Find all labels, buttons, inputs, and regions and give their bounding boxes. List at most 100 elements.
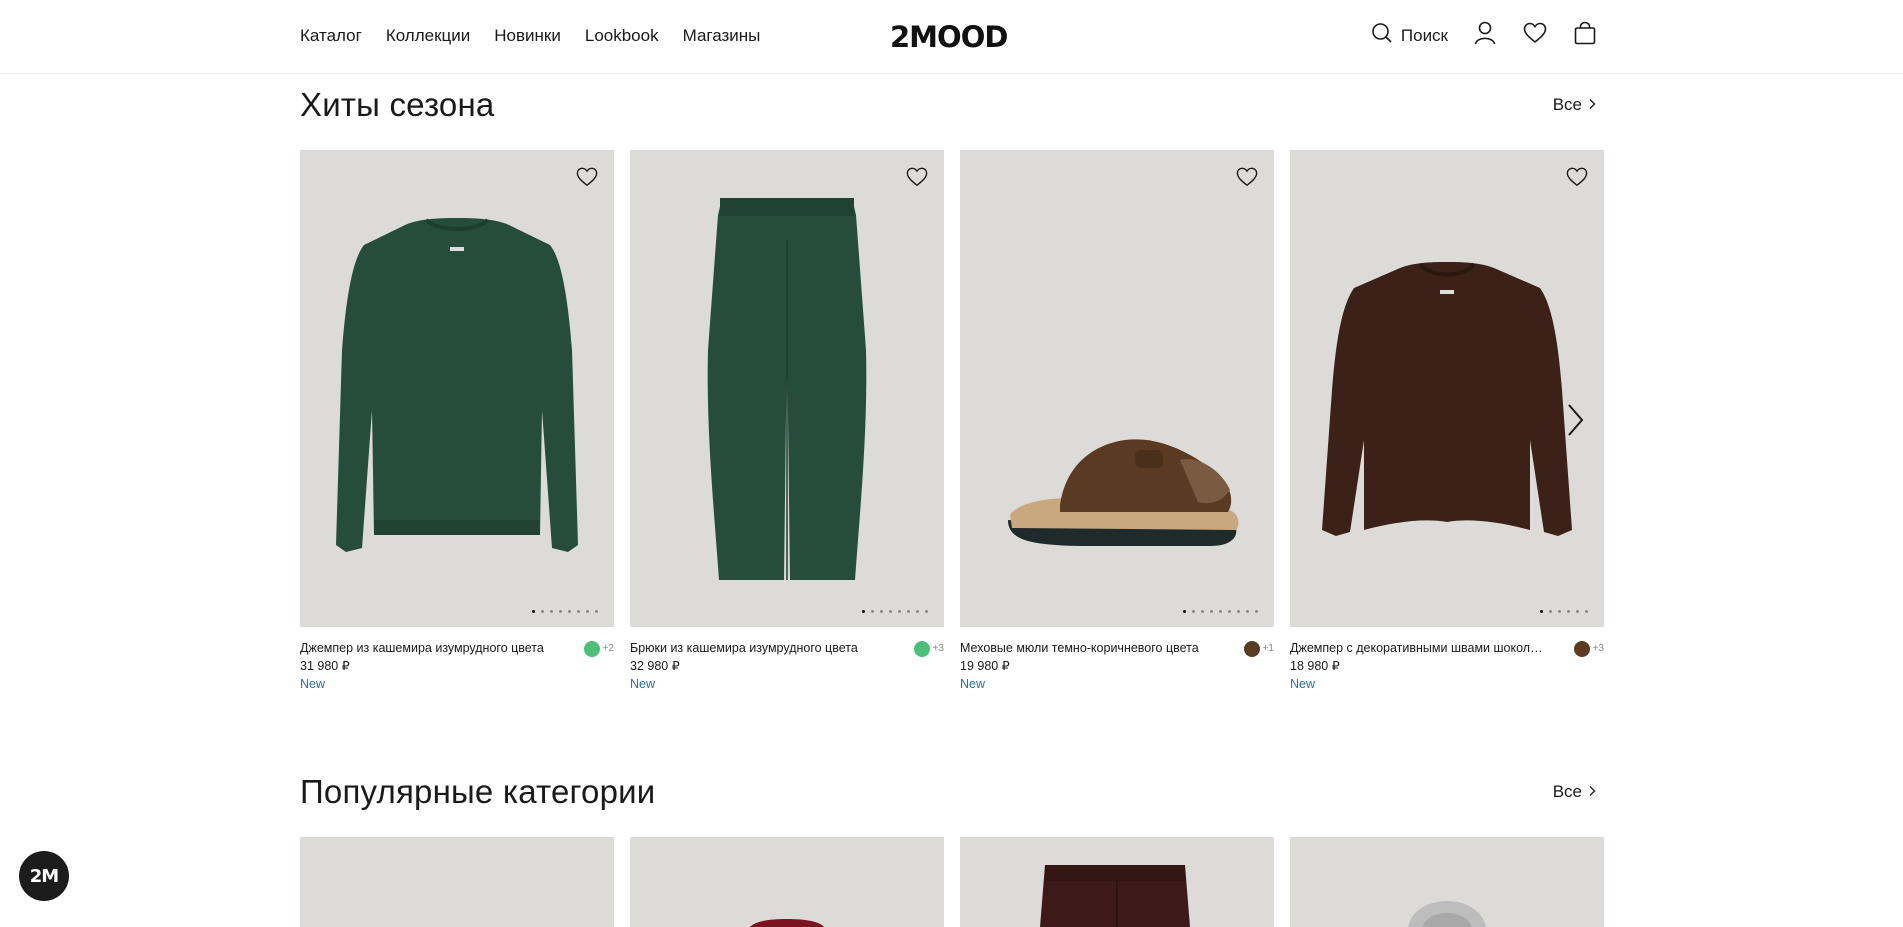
pagination-dot[interactable] xyxy=(532,610,535,613)
product-image[interactable] xyxy=(630,150,944,627)
category-card[interactable] xyxy=(300,837,614,927)
nav-lookbook[interactable]: Lookbook xyxy=(585,26,659,46)
pagination-dot[interactable] xyxy=(1576,610,1579,613)
nav-stores[interactable]: Магазины xyxy=(683,26,761,46)
heart-icon[interactable] xyxy=(1566,166,1588,188)
pagination-dot[interactable] xyxy=(1192,610,1195,613)
sweater-image xyxy=(336,218,578,552)
pagination-dot[interactable] xyxy=(1183,610,1186,613)
pagination-dot[interactable] xyxy=(925,610,928,613)
image-pagination[interactable] xyxy=(862,610,928,613)
pagination-dot[interactable] xyxy=(880,610,883,613)
product-card[interactable]: Джемпер с декоративными швами шоколадног… xyxy=(1290,150,1604,691)
pagination-dot[interactable] xyxy=(1237,610,1240,613)
pagination-dot[interactable] xyxy=(871,610,874,613)
pagination-dot[interactable] xyxy=(907,610,910,613)
pagination-dot[interactable] xyxy=(1210,610,1213,613)
product-name[interactable]: Джемпер из кашемира изумрудного цвета xyxy=(300,641,555,655)
new-badge: New xyxy=(300,677,326,691)
cart-button[interactable] xyxy=(1572,21,1598,50)
image-pagination[interactable] xyxy=(532,610,598,613)
heart-icon[interactable] xyxy=(576,166,598,188)
image-pagination[interactable] xyxy=(1183,610,1258,613)
pagination-dot[interactable] xyxy=(1540,610,1543,613)
pagination-dot[interactable] xyxy=(898,610,901,613)
product-price: 18 980 ₽ xyxy=(1290,659,1340,673)
category-image xyxy=(1408,901,1486,927)
pagination-dot[interactable] xyxy=(862,610,865,613)
categories-all-link[interactable]: Все xyxy=(1553,782,1596,802)
pagination-dot[interactable] xyxy=(541,610,544,613)
bag-icon xyxy=(1574,21,1596,50)
pagination-dot[interactable] xyxy=(1228,610,1231,613)
product-card[interactable]: Меховые мюли темно-коричневого цвета 19 … xyxy=(960,150,1274,691)
product-price: 19 980 ₽ xyxy=(960,659,1010,673)
color-swatch[interactable] xyxy=(1244,641,1260,657)
product-price: 31 980 ₽ xyxy=(300,659,350,673)
pagination-dot[interactable] xyxy=(1255,610,1258,613)
product-name[interactable]: Брюки из кашемира изумрудного цвета xyxy=(630,641,885,655)
category-card[interactable] xyxy=(630,837,944,927)
product-info: Брюки из кашемира изумрудного цвета 32 9… xyxy=(630,627,944,691)
pagination-dot[interactable] xyxy=(586,610,589,613)
header-actions: Поиск xyxy=(1371,21,1598,50)
pagination-dot[interactable] xyxy=(559,610,562,613)
mule-image xyxy=(1008,439,1239,546)
heart-icon[interactable] xyxy=(1236,166,1258,188)
more-colors-count: +3 xyxy=(932,643,944,654)
product-image[interactable] xyxy=(1290,150,1604,627)
search-button[interactable]: Поиск xyxy=(1371,22,1448,49)
pagination-dot[interactable] xyxy=(595,610,598,613)
color-swatch[interactable] xyxy=(914,641,930,657)
pagination-dot[interactable] xyxy=(916,610,919,613)
chevron-right-icon xyxy=(1588,95,1596,115)
chevron-right-icon xyxy=(1588,782,1596,802)
pagination-dot[interactable] xyxy=(1201,610,1204,613)
product-card[interactable]: Джемпер из кашемира изумрудного цвета 31… xyxy=(300,150,614,691)
all-label: Все xyxy=(1552,782,1582,801)
pagination-dot[interactable] xyxy=(568,610,571,613)
pagination-dot[interactable] xyxy=(1549,610,1552,613)
product-image[interactable] xyxy=(960,150,1274,627)
sweater-image xyxy=(1322,262,1572,536)
nav-new[interactable]: Новинки xyxy=(494,26,561,46)
new-badge: New xyxy=(960,677,986,691)
more-colors-count: +1 xyxy=(1262,643,1274,654)
product-card[interactable]: Брюки из кашемира изумрудного цвета 32 9… xyxy=(630,150,944,691)
color-swatch[interactable] xyxy=(584,641,600,657)
section-title-hits: Хиты сезона xyxy=(300,86,495,123)
carousel-next-button[interactable] xyxy=(1560,400,1590,440)
product-image[interactable] xyxy=(300,150,614,627)
pagination-dot[interactable] xyxy=(1246,610,1249,613)
pagination-dot[interactable] xyxy=(1585,610,1588,613)
pagination-dot[interactable] xyxy=(550,610,553,613)
category-card[interactable] xyxy=(1290,837,1604,927)
pagination-dot[interactable] xyxy=(1567,610,1570,613)
all-label: Все xyxy=(1552,95,1582,114)
product-info: Джемпер с декоративными швами шоколадног… xyxy=(1290,627,1604,691)
pagination-dot[interactable] xyxy=(1558,610,1561,613)
category-image xyxy=(1040,865,1190,927)
pagination-dot[interactable] xyxy=(889,610,892,613)
category-card[interactable] xyxy=(960,837,1274,927)
new-badge: New xyxy=(1290,677,1316,691)
hits-all-link[interactable]: Все xyxy=(1553,95,1596,115)
trousers-image xyxy=(707,198,867,580)
chevron-right-icon xyxy=(1560,404,1590,444)
color-swatch[interactable] xyxy=(1574,641,1590,657)
nav-collections[interactable]: Коллекции xyxy=(386,26,470,46)
image-pagination[interactable] xyxy=(1540,610,1588,613)
account-button[interactable] xyxy=(1472,21,1498,49)
product-info: Джемпер из кашемира изумрудного цвета 31… xyxy=(300,627,614,691)
search-label: Поиск xyxy=(1400,25,1448,45)
logo[interactable]: 2MOOD xyxy=(890,20,1008,54)
pagination-dot[interactable] xyxy=(577,610,580,613)
nav-catalog[interactable]: Каталог xyxy=(300,26,362,46)
search-icon xyxy=(1371,22,1393,49)
product-name[interactable]: Джемпер с декоративными швами шоколадног… xyxy=(1290,641,1545,655)
pagination-dot[interactable] xyxy=(1219,610,1222,613)
favorites-button[interactable] xyxy=(1522,22,1548,49)
chat-widget-button[interactable]: 2M xyxy=(19,851,69,901)
heart-icon[interactable] xyxy=(906,166,928,188)
product-name[interactable]: Меховые мюли темно-коричневого цвета xyxy=(960,641,1215,655)
